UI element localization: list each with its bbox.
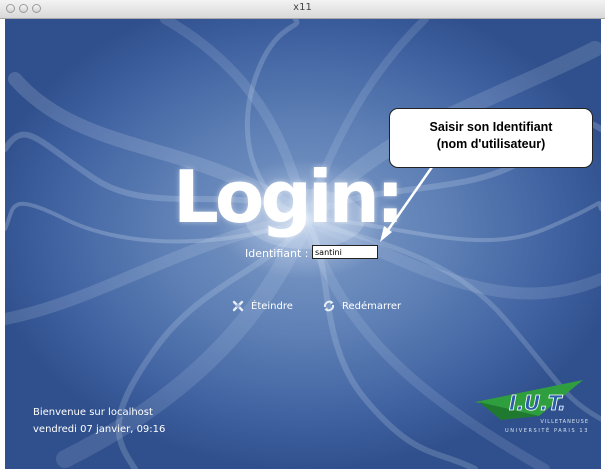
callout-arrow — [380, 166, 434, 242]
annotation-line2: (nom d'utilisateur) — [436, 137, 546, 151]
annotation-line1: Saisir son Identifiant — [429, 120, 553, 134]
annotation-callout: Saisir son Identifiant (nom d'utilisateu… — [389, 108, 593, 168]
